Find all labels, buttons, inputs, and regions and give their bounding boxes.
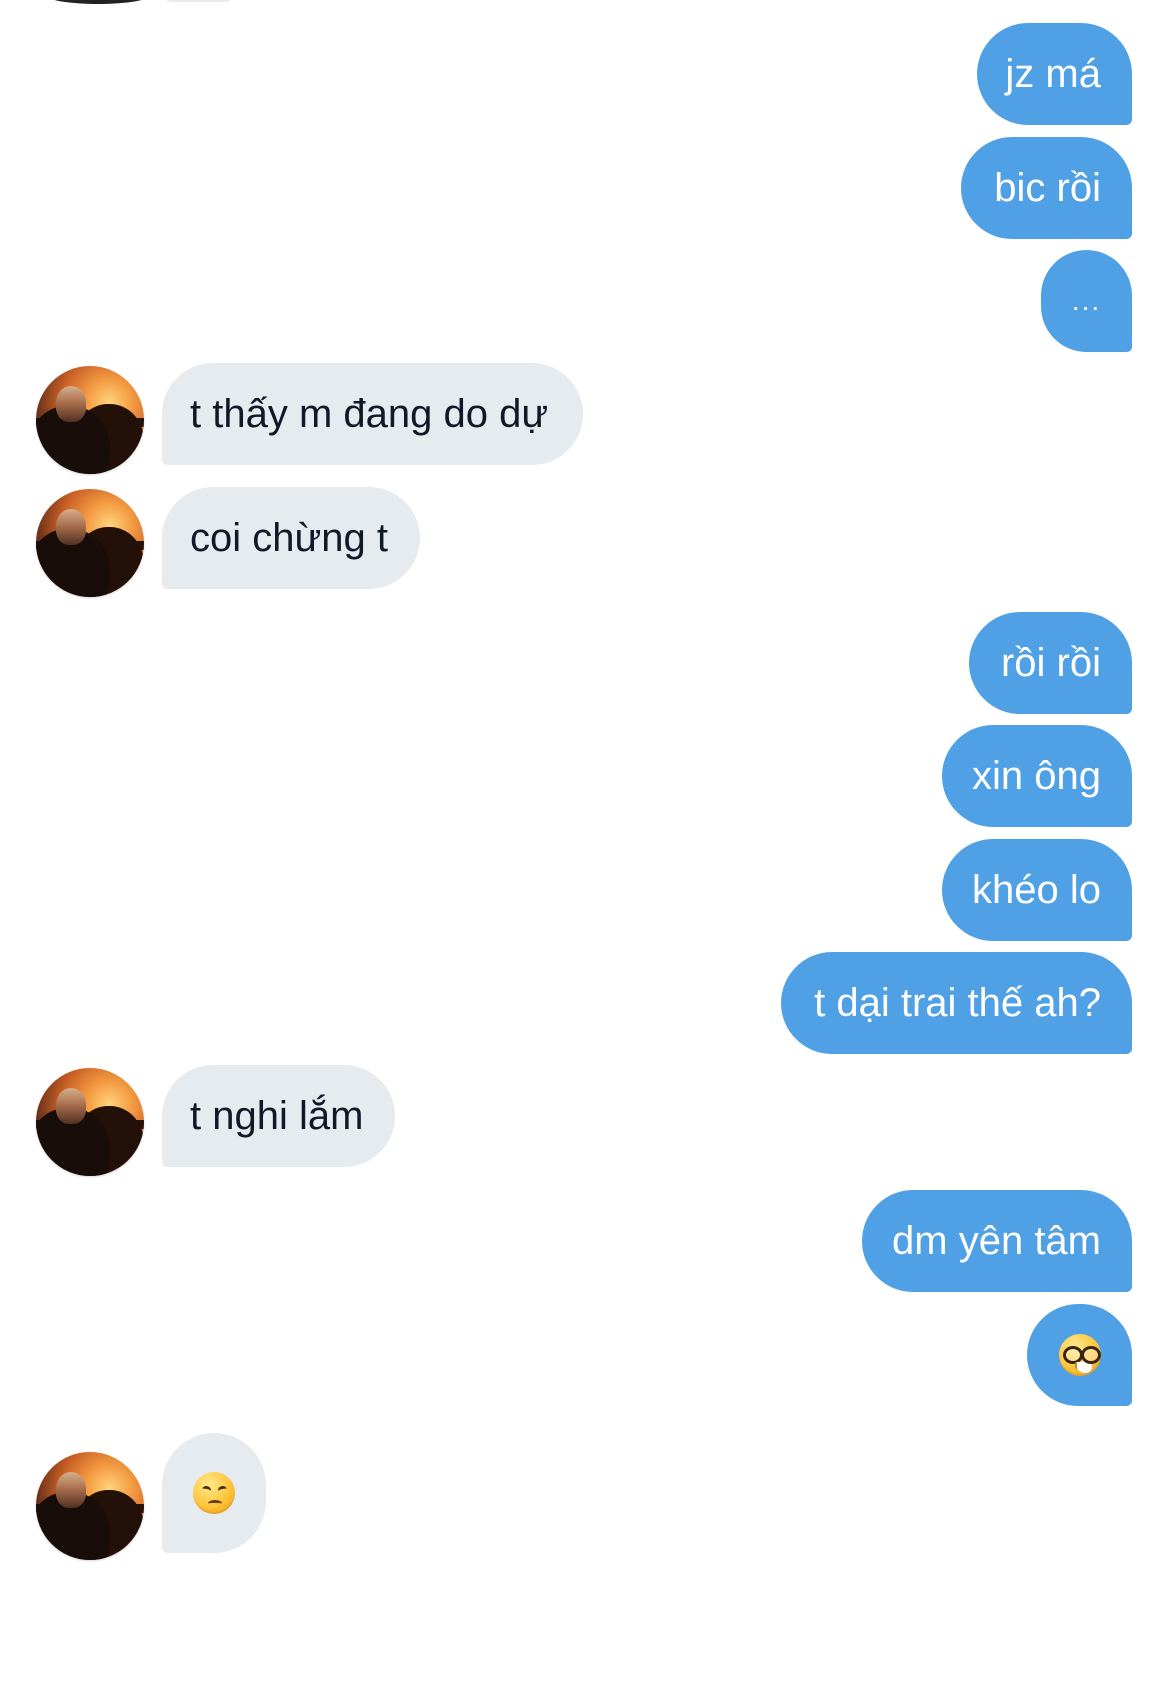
message-text: bic rồi <box>994 166 1101 210</box>
contact-avatar[interactable] <box>36 1068 144 1176</box>
message-text: dm yên tâm <box>892 1219 1101 1263</box>
unamused-face-icon: 😒 <box>193 1472 235 1514</box>
outgoing-message-roi-roi[interactable]: rồi rồi <box>969 612 1132 714</box>
outgoing-message-xin-ong[interactable]: xin ông <box>942 725 1132 827</box>
partial-incoming-message <box>161 0 236 2</box>
message-text: t nghi lắm <box>190 1094 364 1138</box>
nerd-teeth <box>1074 1362 1087 1370</box>
contact-avatar[interactable] <box>36 1452 144 1560</box>
outgoing-message-jz-ma[interactable]: jz má <box>977 23 1132 125</box>
ellipsis-text: ... <box>1071 285 1102 316</box>
outgoing-emoji-message[interactable]: 🤓 <box>1027 1304 1132 1406</box>
contact-avatar[interactable] <box>36 489 144 597</box>
message-text: coi chừng t <box>190 516 388 560</box>
nerd-face-icon: 🤓 <box>1058 1334 1101 1376</box>
outgoing-message-ellipsis[interactable]: ... <box>1041 250 1132 352</box>
message-text: t thấy m đang do dự <box>190 392 549 436</box>
incoming-message-hesitating[interactable]: t thấy m đang do dự <box>162 363 583 465</box>
outgoing-message-bic-roi[interactable]: bic rồi <box>961 137 1132 239</box>
partial-avatar <box>48 0 148 4</box>
incoming-message-suspicious[interactable]: t nghi lắm <box>162 1065 395 1167</box>
emoji-text: 😒 <box>193 1472 194 1473</box>
outgoing-message-kheo-lo[interactable]: khéo lo <box>942 839 1132 941</box>
contact-avatar[interactable] <box>36 366 144 474</box>
message-text: jz má <box>1005 52 1101 96</box>
incoming-emoji-message[interactable]: 😒 <box>162 1433 266 1553</box>
message-text: khéo lo <box>972 868 1101 912</box>
unamused-mouth <box>208 1500 222 1507</box>
message-text: t dại trai thế ah? <box>814 981 1101 1025</box>
emoji-text: 🤓 <box>1059 1334 1060 1335</box>
chat-thread: jz má bic rồi ... t thấy m đang do dự co… <box>0 0 1170 1701</box>
outgoing-message-question[interactable]: t dại trai thế ah? <box>781 952 1132 1054</box>
message-text: rồi rồi <box>1000 641 1101 685</box>
outgoing-message-reassure[interactable]: dm yên tâm <box>862 1190 1132 1292</box>
message-text: xin ông <box>972 754 1101 798</box>
incoming-message-watch-out[interactable]: coi chừng t <box>162 487 420 589</box>
